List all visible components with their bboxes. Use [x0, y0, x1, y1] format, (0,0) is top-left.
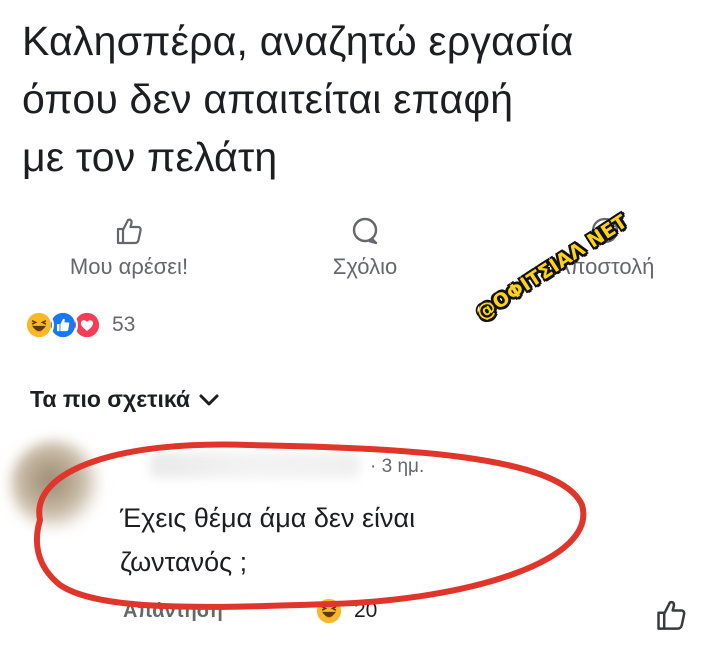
haha-reaction-icon: [314, 596, 344, 626]
post-reactions-summary[interactable]: 53: [24, 308, 135, 342]
like-button-label: Μου αρέσει!: [69, 254, 189, 279]
commenter-name-blurred[interactable]: [150, 452, 360, 478]
chevron-down-icon: [199, 394, 219, 405]
thumbs-up-icon: [657, 600, 686, 630]
comment-timestamp[interactable]: · 3 ημ.: [370, 456, 424, 478]
speech-bubble-icon: [300, 216, 430, 246]
comment-reactions[interactable]: 20: [314, 596, 377, 626]
comment-text-line-1: Έχεις θέμα άμα δεν είναι: [120, 503, 416, 533]
reply-button[interactable]: Απάντηση: [123, 600, 223, 623]
avatar[interactable]: [10, 440, 100, 530]
haha-reaction-icon: [24, 310, 54, 340]
comment-item: · 3 ημ. Έχεις θέμα άμα δεν είναι ζωντανό…: [0, 420, 720, 667]
comment-text: Έχεις θέμα άμα δεν είναι ζωντανός ;: [120, 496, 580, 584]
reaction-count: 53: [112, 313, 136, 336]
post-text-line-2: όπου δεν απαιτείται επαφή: [22, 76, 514, 122]
thumbs-up-icon: [44, 216, 214, 246]
comment-reaction-count: 20: [354, 599, 378, 622]
comment-like-button[interactable]: [654, 598, 688, 632]
comment-text-line-2: ζωντανός ;: [120, 547, 248, 577]
comments-filter-dropdown[interactable]: Τα πιο σχετικά: [30, 386, 220, 413]
post-text-line-1: Καλησπέρα, αναζητώ εργασία: [22, 18, 574, 64]
comments-filter-label: Τα πιο σχετικά: [30, 386, 191, 412]
comment-button-label: Σχόλιο: [332, 254, 398, 279]
post-text-line-3: με τον πελάτη: [22, 134, 278, 180]
like-button[interactable]: Μου αρέσει!: [44, 216, 214, 280]
comment-button[interactable]: Σχόλιο: [300, 216, 430, 280]
post-text: Καλησπέρα, αναζητώ εργασία όπου δεν απαι…: [22, 12, 712, 186]
